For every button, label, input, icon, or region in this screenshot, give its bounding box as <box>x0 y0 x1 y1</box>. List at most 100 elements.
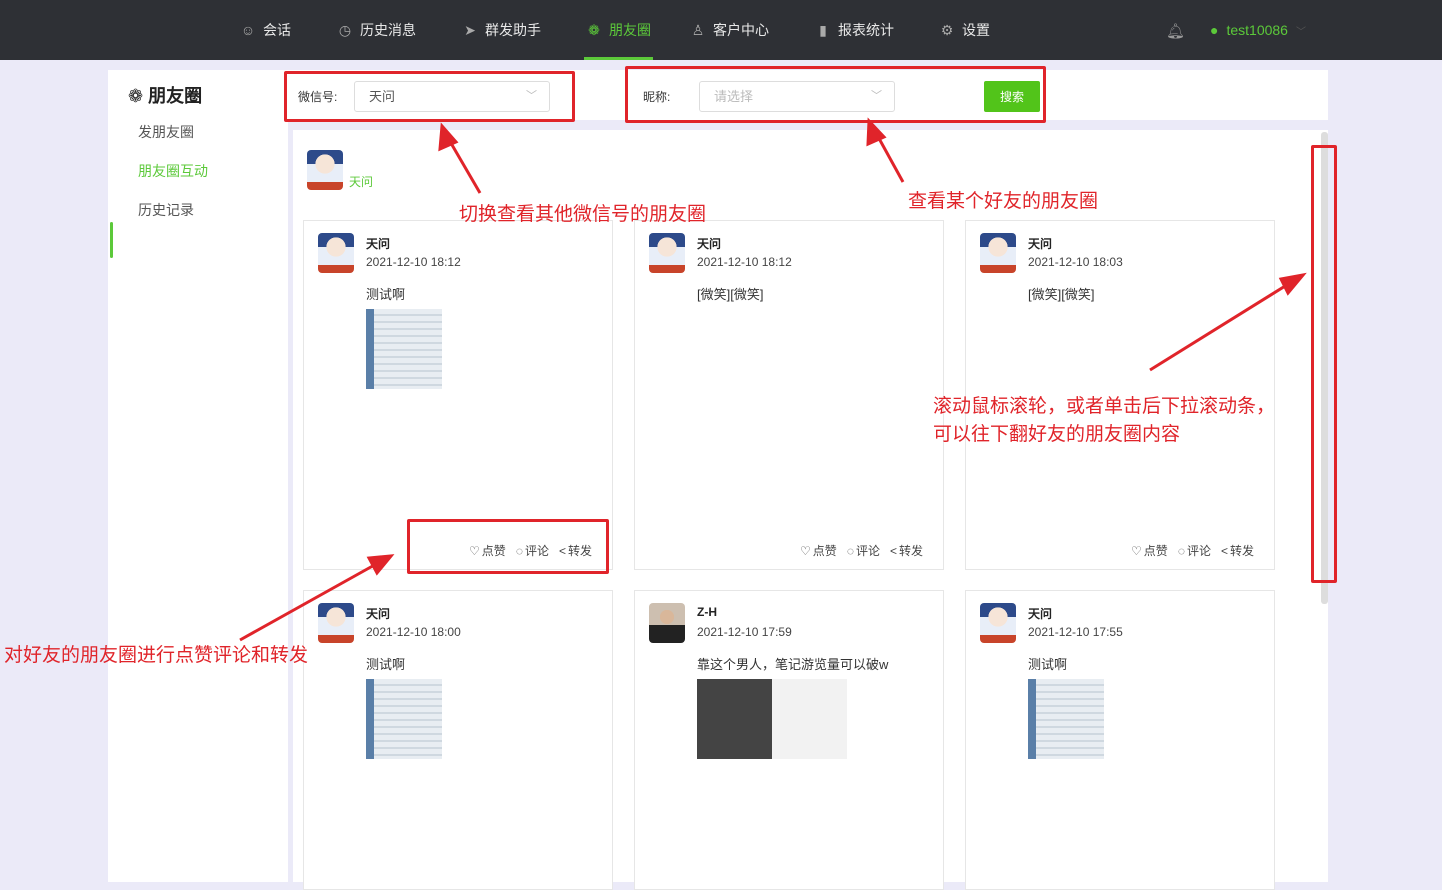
post-avatar <box>649 233 685 273</box>
share-icon: < <box>890 544 897 558</box>
chevron-down-icon: ﹀ <box>1296 23 1306 38</box>
nav-history[interactable]: ◷ 历史消息 <box>337 0 416 60</box>
post-avatar <box>649 603 685 643</box>
annotation-interact: 对好友的朋友圈进行点赞评论和转发 <box>4 642 308 670</box>
user-icon: ♙ <box>690 22 706 38</box>
owner-avatar <box>307 150 343 190</box>
share-label: 转发 <box>899 542 923 559</box>
user-icon: ● <box>1210 22 1218 38</box>
sidebar-item-post[interactable]: 发朋友圈 <box>138 122 194 142</box>
post-image[interactable] <box>366 309 442 389</box>
post-time: 2021-12-10 18:12 <box>697 255 792 269</box>
gear-icon: ⚙ <box>939 22 955 38</box>
nav-label: 会话 <box>263 20 291 40</box>
post-author: 天问 <box>366 605 390 622</box>
annotation-switch: 切换查看其他微信号的朋友圈 <box>459 201 706 229</box>
annotation-scroll-2: 可以往下翻好友的朋友圈内容 <box>933 421 1180 449</box>
send-icon: ➤ <box>462 22 478 38</box>
post-avatar <box>980 233 1016 273</box>
comment-button[interactable]: ◌评论 <box>847 542 880 559</box>
post-text: 测试啊 <box>366 284 405 303</box>
comment-label: 评论 <box>1187 542 1211 559</box>
heart-icon: ♡ <box>1131 544 1142 558</box>
annotation-box-nickname <box>625 66 1046 123</box>
post-text: 靠这个男人，笔记游览量可以破w <box>697 654 888 673</box>
sidebar-item-history[interactable]: 历史记录 <box>138 200 194 220</box>
share-button[interactable]: <转发 <box>890 542 923 559</box>
annotation-scroll-1: 滚动鼠标滚轮，或者单击后下拉滚动条， <box>933 393 1275 421</box>
post-author: 天问 <box>1028 235 1052 252</box>
post-author: 天问 <box>697 235 721 252</box>
bar-chart-icon: ▮ <box>815 22 831 38</box>
nav-label: 朋友圈 <box>609 20 651 40</box>
user-menu[interactable]: ● test10086 ﹀ <box>1210 0 1306 60</box>
sidebar: ❁ 朋友圈 发朋友圈 朋友圈互动 历史记录 <box>108 70 288 882</box>
active-indicator <box>110 222 113 258</box>
share-button[interactable]: <转发 <box>1221 542 1254 559</box>
nav-customers[interactable]: ♙ 客户中心 <box>690 0 769 60</box>
nav-label: 群发助手 <box>485 20 541 40</box>
post-image[interactable] <box>366 679 442 759</box>
heart-icon: ♡ <box>800 544 811 558</box>
like-button[interactable]: ♡点赞 <box>800 542 837 559</box>
annotation-friend: 查看某个好友的朋友圈 <box>908 188 1098 216</box>
post-card: 天问 2021-12-10 18:12 测试啊 ♡点赞 ◌评论 <转发 <box>303 220 613 570</box>
clock-icon: ◷ <box>337 22 353 38</box>
nav-label: 报表统计 <box>838 20 894 40</box>
chat-icon: ☺ <box>240 22 256 38</box>
like-label: 点赞 <box>1144 542 1168 559</box>
nav-label: 历史消息 <box>360 20 416 40</box>
post-actions: ♡点赞 ◌评论 <转发 <box>800 542 923 559</box>
bell-icon[interactable]: 🔔︎ <box>1166 22 1185 40</box>
post-author: 天问 <box>366 235 390 252</box>
nav-broadcast[interactable]: ➤ 群发助手 <box>462 0 541 60</box>
post-text: 测试啊 <box>366 654 405 673</box>
comment-button[interactable]: ◌评论 <box>1178 542 1211 559</box>
share-icon: < <box>1221 544 1228 558</box>
share-label: 转发 <box>1230 542 1254 559</box>
post-image[interactable] <box>1028 679 1104 759</box>
top-nav: ☺会话 ◷历史消息 ➤群发助手 ❁朋友圈 ♙客户中心 ▮报表统计 ⚙设置 🔔︎ … <box>0 0 1442 60</box>
post-text: 测试啊 <box>1028 654 1067 673</box>
owner-header: 天问 <box>307 150 373 190</box>
post-author: 天问 <box>1028 605 1052 622</box>
post-avatar <box>980 603 1016 643</box>
post-card: 天问 2021-12-10 18:00 测试啊 <box>303 590 613 890</box>
annotation-box-actions <box>407 519 609 574</box>
post-author: Z-H <box>697 605 717 619</box>
comment-icon: ◌ <box>1178 544 1185 558</box>
post-text: [微笑][微笑] <box>697 284 763 303</box>
like-button[interactable]: ♡点赞 <box>1131 542 1168 559</box>
nav-reports[interactable]: ▮ 报表统计 <box>815 0 894 60</box>
sidebar-title-text: 朋友圈 <box>148 86 202 106</box>
owner-name: 天问 <box>349 173 373 190</box>
moments-icon: ❁ <box>586 22 602 38</box>
post-avatar <box>318 603 354 643</box>
post-time: 2021-12-10 18:00 <box>366 625 461 639</box>
post-time: 2021-12-10 17:55 <box>1028 625 1123 639</box>
post-time: 2021-12-10 18:03 <box>1028 255 1123 269</box>
comment-icon: ◌ <box>847 544 854 558</box>
nav-label: 设置 <box>962 20 990 40</box>
nav-settings[interactable]: ⚙ 设置 <box>939 0 990 60</box>
annotation-box-scrollbar <box>1311 145 1337 583</box>
post-time: 2021-12-10 18:12 <box>366 255 461 269</box>
annotation-box-wechat <box>284 71 575 122</box>
post-card: Z-H 2021-12-10 17:59 靠这个男人，笔记游览量可以破w <box>634 590 944 890</box>
post-avatar <box>318 233 354 273</box>
like-label: 点赞 <box>813 542 837 559</box>
post-actions: ♡点赞 ◌评论 <转发 <box>1131 542 1254 559</box>
post-card: 天问 2021-12-10 17:55 测试啊 <box>965 590 1275 890</box>
nav-moments[interactable]: ❁ 朋友圈 <box>584 0 653 60</box>
post-time: 2021-12-10 17:59 <box>697 625 792 639</box>
nav-chat[interactable]: ☺ 会话 <box>240 0 291 60</box>
moments-icon: ❁ <box>128 86 148 106</box>
post-card: 天问 2021-12-10 18:12 [微笑][微笑] ♡点赞 ◌评论 <转发 <box>634 220 944 570</box>
username: test10086 <box>1226 22 1288 38</box>
post-text: [微笑][微笑] <box>1028 284 1094 303</box>
comment-label: 评论 <box>856 542 880 559</box>
sidebar-title: ❁ 朋友圈 <box>128 82 202 108</box>
post-image[interactable] <box>697 679 847 759</box>
nav-label: 客户中心 <box>713 20 769 40</box>
sidebar-item-interaction[interactable]: 朋友圈互动 <box>138 161 208 181</box>
